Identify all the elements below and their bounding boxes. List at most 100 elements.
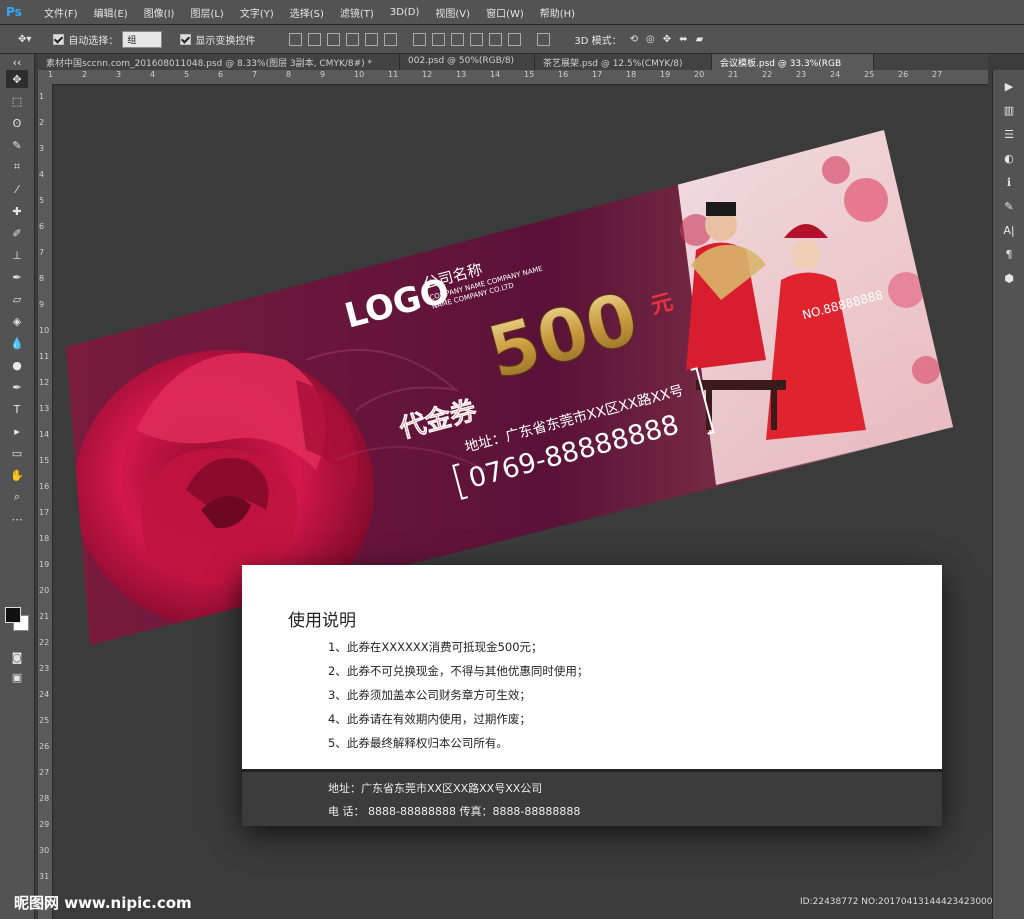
- eyedropper-tool-icon[interactable]: ⁄: [6, 180, 28, 198]
- pen-tool-icon[interactable]: ✒: [6, 378, 28, 396]
- distribute-center-icon[interactable]: [489, 32, 503, 46]
- ruler-v-tick: 9: [39, 300, 45, 309]
- voucher-back: 使用说明 1、此券在XXXXXX消费可抵现金500元； 2、此券不可兑换现金，不…: [242, 565, 942, 826]
- paragraph-icon[interactable]: ¶: [1000, 246, 1018, 262]
- ruler-h-tick: 4: [150, 70, 156, 79]
- slide-3d-icon[interactable]: ⬌: [679, 34, 687, 45]
- align-right-icon[interactable]: [384, 32, 398, 46]
- screen-mode-icon[interactable]: ▣: [6, 668, 28, 686]
- ruler-v-tick: 18: [39, 534, 50, 543]
- dodge-tool-icon[interactable]: ●: [6, 356, 28, 374]
- tab-document-4[interactable]: 会议模板.psd @ 33.3%(RGB: [712, 54, 874, 70]
- roll-3d-icon[interactable]: ◎: [646, 34, 655, 45]
- marquee-tool-icon[interactable]: ⬚: [6, 92, 28, 110]
- distribute-right-icon[interactable]: [508, 32, 522, 46]
- foreground-color-swatch[interactable]: [5, 607, 21, 623]
- list-item: 5、此券最终解释权归本公司所有。: [328, 736, 508, 750]
- menu-type[interactable]: 文字(Y): [240, 5, 274, 20]
- history-icon[interactable]: ▥: [1000, 102, 1018, 118]
- ruler-v-tick: 12: [39, 378, 50, 387]
- brush-preset-icon[interactable]: ✎: [1000, 198, 1018, 214]
- menu-filter[interactable]: 滤镜(T): [340, 5, 374, 20]
- watermark-site: 昵图网 www.nipic.com: [14, 894, 192, 912]
- move-tool-icon[interactable]: ✥: [6, 70, 28, 88]
- vertical-ruler[interactable]: 1 2 3 4 5 6 7 8 9 10 11 12 13 14 15 16 17 18 19 20 21 22 23 24 2…: [38, 84, 53, 919]
- distribute-top-icon[interactable]: [413, 32, 427, 46]
- menu-3d[interactable]: 3D(D): [390, 7, 420, 18]
- quick-mask-icon[interactable]: ◙: [6, 648, 28, 666]
- distribute-bottom-icon[interactable]: [451, 32, 465, 46]
- menu-window[interactable]: 窗口(W): [486, 5, 524, 20]
- menu-help[interactable]: 帮助(H): [540, 5, 575, 20]
- healing-tool-icon[interactable]: ✚: [6, 202, 28, 220]
- menu-view[interactable]: 视图(V): [435, 5, 470, 20]
- ruler-v-tick: 19: [39, 560, 50, 569]
- ruler-v-tick: 29: [39, 820, 50, 829]
- auto-select-option[interactable]: 自动选择： 组: [53, 30, 163, 48]
- menu-image[interactable]: 图像(I): [144, 5, 175, 20]
- document-tabs: 素材中国sccnn.com_201608011048.psd @ 8.33%(图…: [38, 54, 988, 70]
- ruler-v-tick: 6: [39, 222, 45, 231]
- ruler-v-tick: 8: [39, 274, 45, 283]
- crop-tool-icon[interactable]: ⌗: [6, 158, 28, 176]
- mode-3d-group: 3D 模式： ⟲ ◎ ✥ ⬌ ▰: [574, 32, 703, 47]
- distribute-middle-icon[interactable]: [432, 32, 446, 46]
- menu-file[interactable]: 文件(F): [44, 5, 78, 20]
- quick-select-tool-icon[interactable]: ✎: [6, 136, 28, 154]
- tab-document-2[interactable]: 002.psd @ 50%(RGB/8): [400, 54, 535, 70]
- properties-icon[interactable]: ☰: [1000, 126, 1018, 142]
- history-brush-tool-icon[interactable]: ✒: [6, 268, 28, 286]
- ruler-v-tick: 17: [39, 508, 50, 517]
- ruler-h-tick: 14: [490, 70, 501, 79]
- auto-select-checkbox[interactable]: [53, 33, 65, 45]
- ruler-v-tick: 3: [39, 144, 45, 153]
- stamp-tool-icon[interactable]: ⊥: [6, 246, 28, 264]
- auto-align-icon[interactable]: [537, 32, 551, 46]
- paint-bucket-tool-icon[interactable]: ◈: [6, 312, 28, 330]
- show-transform-option[interactable]: 显示变换控件: [180, 32, 255, 47]
- align-middle-icon[interactable]: [308, 32, 322, 46]
- scale-3d-icon[interactable]: ▰: [696, 34, 704, 45]
- auto-select-dropdown[interactable]: 组: [122, 30, 163, 48]
- ruler-v-tick: 16: [39, 482, 50, 491]
- character-icon[interactable]: A|: [1000, 222, 1018, 238]
- lasso-tool-icon[interactable]: ʘ: [6, 114, 28, 132]
- align-left-icon[interactable]: [346, 32, 360, 46]
- info-icon[interactable]: ℹ: [1000, 174, 1018, 190]
- distribute-left-icon[interactable]: [470, 32, 484, 46]
- align-top-icon[interactable]: [289, 32, 303, 46]
- ruler-v-tick: 23: [39, 664, 50, 673]
- show-transform-checkbox[interactable]: [180, 33, 192, 45]
- type-tool-icon[interactable]: T: [6, 400, 28, 418]
- eraser-tool-icon[interactable]: ▱: [6, 290, 28, 308]
- rotate-3d-icon[interactable]: ⟲: [630, 34, 638, 45]
- ruler-h-tick: 22: [762, 70, 773, 79]
- ruler-v-tick: 31: [39, 872, 50, 881]
- shape-tool-icon[interactable]: ▭: [6, 444, 28, 462]
- ruler-h-tick: 2: [82, 70, 88, 79]
- ruler-v-tick: 10: [39, 326, 50, 335]
- align-center-icon[interactable]: [365, 32, 379, 46]
- 3d-icon[interactable]: ⬢: [1000, 270, 1018, 286]
- zoom-tool-icon[interactable]: ⌕: [6, 488, 28, 506]
- brush-tool-icon[interactable]: ✐: [6, 224, 28, 242]
- tab-document-3[interactable]: 茶艺展架.psd @ 12.5%(CMYK/8): [535, 54, 712, 70]
- path-select-tool-icon[interactable]: ▸: [6, 422, 28, 440]
- blur-tool-icon[interactable]: 💧: [6, 334, 28, 352]
- hand-tool-icon[interactable]: ✋: [6, 466, 28, 484]
- adjustments-icon[interactable]: ◐: [1000, 150, 1018, 166]
- menu-layer[interactable]: 图层(L): [190, 5, 223, 20]
- ruler-h-tick: 1: [48, 70, 54, 79]
- align-bottom-icon[interactable]: [327, 32, 341, 46]
- move-tool-preset[interactable]: ✥▾: [18, 34, 31, 45]
- ruler-h-tick: 26: [898, 70, 909, 79]
- more-tools-icon[interactable]: ⋯: [6, 510, 28, 528]
- play-icon[interactable]: ▶: [1000, 78, 1018, 94]
- drag-3d-icon[interactable]: ✥: [663, 34, 671, 45]
- menu-edit[interactable]: 编辑(E): [94, 5, 128, 20]
- horizontal-ruler[interactable]: 1 2 3 4 5 6 7 8 9 10 11 12 13 14 15 16 17 18 19 20 21 22 23 24 2…: [38, 70, 988, 85]
- photoshop-logo: Ps: [6, 5, 22, 19]
- mode-3d-label: 3D 模式：: [574, 35, 622, 47]
- menu-select[interactable]: 选择(S): [290, 5, 324, 20]
- tab-document-1[interactable]: 素材中国sccnn.com_201608011048.psd @ 8.33%(图…: [38, 54, 400, 70]
